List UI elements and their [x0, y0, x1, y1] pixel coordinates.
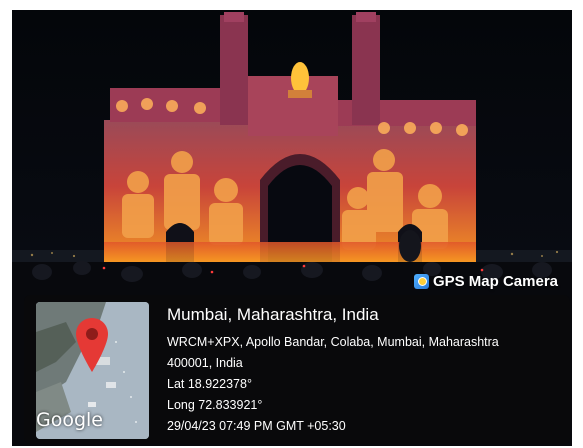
map-thumbnail[interactable]: Google: [36, 302, 149, 439]
google-logo: Google: [36, 409, 104, 431]
date-time: 29/04/23 07:49 PM GMT +05:30: [167, 419, 346, 433]
latitude: Lat 18.922378°: [167, 377, 252, 391]
address-line-1: WRCM+XPX, Apollo Bandar, Colaba, Mumbai,…: [167, 335, 499, 349]
photo: GPS Map Camera Google Mumbai, Maharashtr…: [12, 10, 572, 446]
location-pin-icon: [76, 318, 108, 372]
watermark-label: GPS Map Camera: [432, 273, 558, 290]
gps-map-camera-icon: [413, 274, 429, 289]
location-details: Mumbai, Maharashtra, India WRCM+XPX, Apo…: [167, 305, 499, 437]
longitude: Long 72.833921°: [167, 398, 263, 412]
city-line: Mumbai, Maharashtra, India: [167, 305, 379, 324]
address-line-2: 400001, India: [167, 356, 243, 370]
gps-map-camera-watermark: GPS Map Camera: [413, 273, 558, 290]
location-info-panel: Google Mumbai, Maharashtra, India WRCM+X…: [24, 295, 570, 444]
